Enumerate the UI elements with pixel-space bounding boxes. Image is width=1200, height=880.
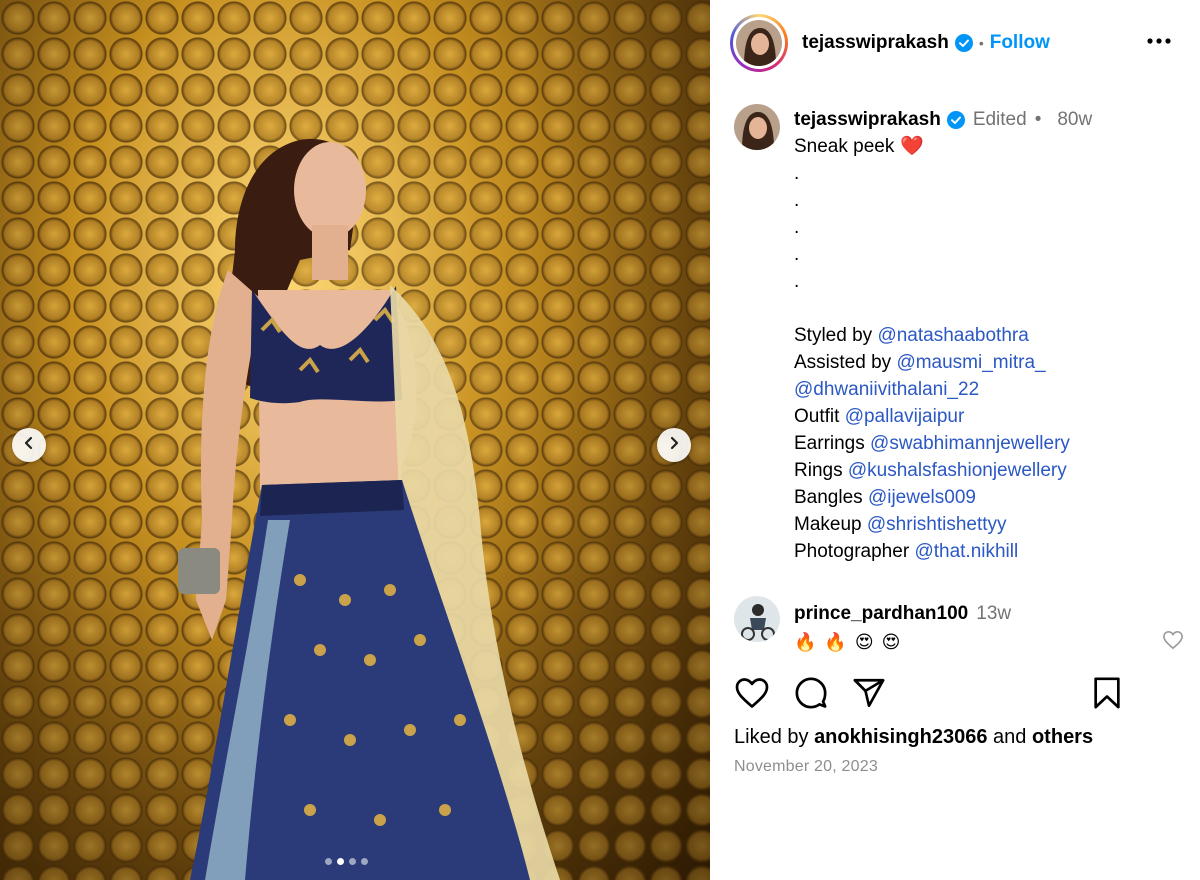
separator-dot: • [978,35,984,51]
heart-emoji: ❤️ [900,136,925,157]
chevron-left-icon [22,436,36,455]
mention-link[interactable]: @kushalsfashionjewellery [848,460,1067,481]
caption-dot-line: . [794,244,800,265]
mention-link[interactable]: @that.nikhill [914,541,1018,562]
mention-link[interactable]: @shrishtishettyy [867,514,1007,535]
fire-emoji: 🔥 [824,632,847,652]
heart-eyes-emoji: 😍 [854,632,874,652]
mention-link[interactable]: @natashaabothra [877,325,1028,346]
share-paper-plane-icon[interactable] [852,676,886,715]
liked-by-user-link[interactable]: anokhisingh23066 [814,726,987,748]
credit-line: Assisted by @mausmi_mitra_ [794,352,1046,373]
caption-dot-line: . [794,271,800,292]
credit-line: Photographer @that.nikhill [794,541,1019,562]
carousel-indicator [325,858,368,865]
post-header: tejasswiprakash • Follow [730,14,1180,72]
comment-username-link[interactable]: prince_pardhan100 [794,600,968,627]
credit-line: Bangles @ijewels009 [794,487,976,508]
comment-age: 13w [976,603,1012,624]
carousel-dot[interactable] [349,858,356,865]
post-photo [178,139,560,880]
separator-dot: • [1034,109,1042,130]
fire-emoji: 🔥 [794,632,817,652]
carousel-dot[interactable] [325,858,332,865]
carousel-next-button[interactable] [657,428,691,462]
credit-line: @dhwaniivithalani_22 [794,376,1174,403]
verified-badge-icon [946,110,965,129]
credit-line: Earrings @swabhimannjewellery [794,433,1070,454]
credit-line: Rings @kushalsfashionjewellery [794,460,1067,481]
verified-badge-icon [954,34,973,52]
avatar[interactable] [734,104,780,150]
carousel-prev-button[interactable] [12,428,46,462]
caption-dot-line: . [794,190,800,211]
avatar[interactable] [734,596,780,642]
post-actions-bar [734,676,1136,712]
edited-label: Edited [972,109,1027,130]
caption-dot-line: . [794,163,800,184]
chevron-right-icon [667,436,681,455]
caption-dot-line: . [794,217,800,238]
comment-bubble-icon[interactable] [794,676,828,715]
username-link[interactable]: tejasswiprakash [802,32,949,54]
comment-like-heart-icon[interactable] [1162,630,1184,655]
avatar[interactable] [736,20,782,66]
carousel-dot-active[interactable] [337,858,344,865]
comment-text: 🔥 🔥 😍 😍 [794,629,1011,656]
credit-line: Styled by @natashaabothra [794,325,1029,346]
post-age[interactable]: 80w [1057,106,1092,133]
mention-link[interactable]: @ijewels009 [868,487,976,508]
bookmark-save-icon[interactable] [1092,676,1122,715]
more-options-icon[interactable] [1146,32,1172,50]
follow-button[interactable]: Follow [990,32,1050,54]
heart-eyes-emoji: 😍 [881,632,901,652]
mention-link[interactable]: @swabhimannjewellery [870,433,1070,454]
mention-link[interactable]: @dhwaniivithalani_22 [794,379,979,400]
post-details-panel: tejasswiprakash • Follow tejasswiprakash [710,0,1200,880]
credit-line: Outfit @pallavijaipur [794,406,965,427]
caption-username-link[interactable]: tejasswiprakash [794,106,941,133]
caption-first-line: Sneak peek ❤️ [794,136,925,157]
credit-line: Makeup @shrishtishettyy [794,514,1007,535]
post-date[interactable]: November 20, 2023 [734,758,878,776]
like-heart-icon[interactable] [734,676,770,715]
story-ring[interactable] [730,14,788,72]
post-media[interactable] [0,0,710,880]
mention-link[interactable]: @pallavijaipur [845,406,965,427]
carousel-dot[interactable] [361,858,368,865]
likes-summary: Liked by anokhisingh23066 and others [734,726,1094,748]
mention-link[interactable]: @mausmi_mitra_ [896,352,1045,373]
liked-by-others-link[interactable]: others [1032,726,1093,748]
